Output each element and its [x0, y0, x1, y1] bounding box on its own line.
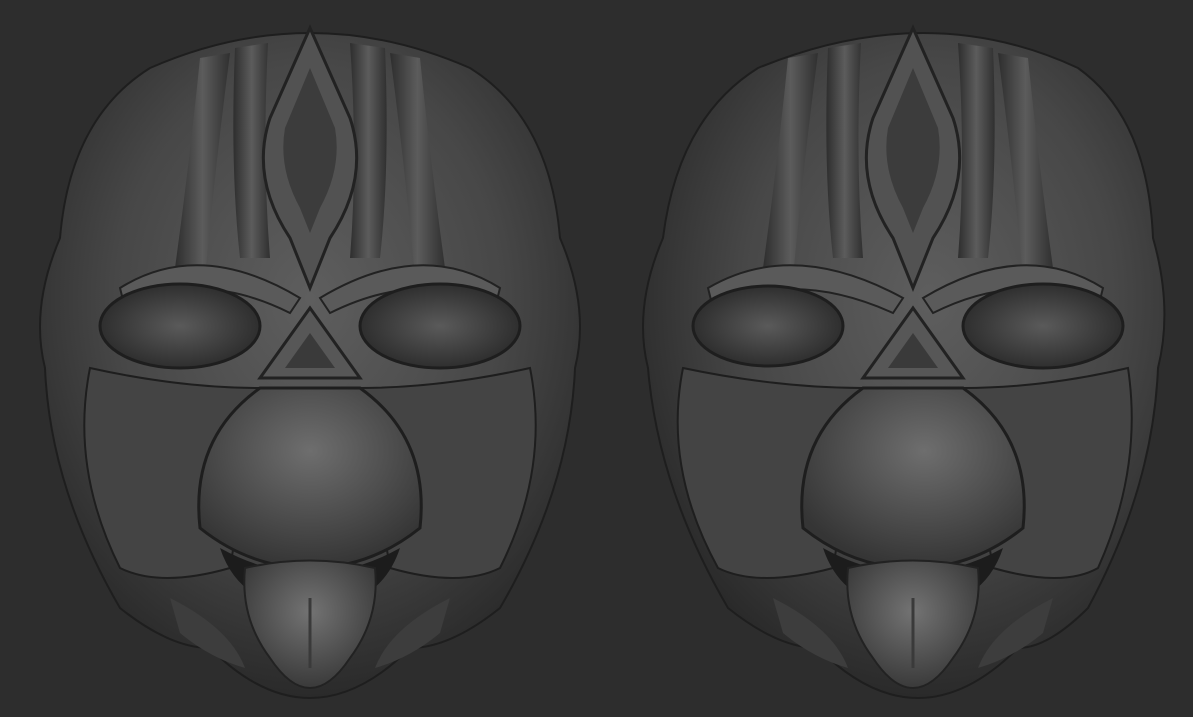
eye-socket-left — [98, 282, 262, 370]
sculpt-viewport[interactable] — [0, 0, 1193, 717]
forehead-band-right-inner — [958, 43, 995, 258]
eye-socket-right — [358, 282, 522, 370]
snout — [800, 386, 1026, 570]
forehead-band-left-inner — [826, 43, 863, 258]
eye-socket-left — [691, 284, 845, 368]
eye-socket-right — [961, 282, 1125, 370]
snout — [197, 386, 423, 570]
mask-angled-view[interactable] — [628, 8, 1188, 708]
sculpted-mask-icon — [39, 24, 581, 700]
mask-front-view[interactable] — [30, 8, 590, 708]
sculpted-mask-icon — [642, 24, 1166, 700]
